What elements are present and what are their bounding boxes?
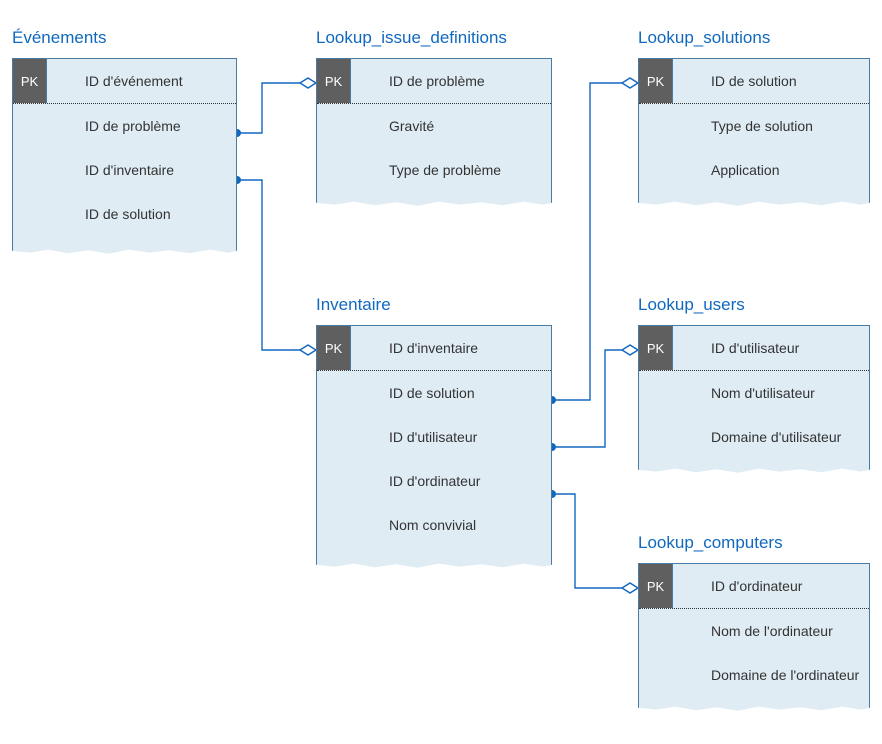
field: Application [673,148,869,192]
field: ID de solution [47,192,236,236]
pk-row: PK ID de solution [639,59,869,103]
pk-badge: PK [13,59,47,103]
entity-title-evenements: Événements [12,28,107,48]
pk-field: ID d'utilisateur [673,326,869,370]
pk-field: ID d'ordinateur [673,564,869,608]
entity-users: PK ID d'utilisateur Nom d'utilisateur Do… [638,325,870,477]
pk-field: ID d'événement [47,59,236,103]
field: Domaine de l'ordinateur [673,653,869,697]
entity-title-users: Lookup_users [638,295,745,315]
field: Nom d'utilisateur [673,371,869,415]
field: ID d'utilisateur [351,415,551,459]
pk-row: PK ID d'inventaire [317,326,551,370]
pk-badge: PK [317,326,351,370]
pk-badge: PK [639,59,673,103]
entity-title-issue-defs: Lookup_issue_definitions [316,28,507,48]
pk-badge: PK [639,564,673,608]
entity-title-solutions: Lookup_solutions [638,28,770,48]
field: ID de problème [47,104,236,148]
pk-badge: PK [639,326,673,370]
field: ID d'ordinateur [351,459,551,503]
entity-inventaire: PK ID d'inventaire ID de solution ID d'u… [316,325,552,572]
entity-title-inventaire: Inventaire [316,295,391,315]
field: Domaine d'utilisateur [673,415,869,459]
field: Gravité [351,104,551,148]
pk-field: ID d'inventaire [351,326,551,370]
pk-row: PK ID de problème [317,59,551,103]
field: ID de solution [351,371,551,415]
entity-evenements: PK ID d'événement ID de problème ID d'in… [12,58,237,258]
pk-row: PK ID d'utilisateur [639,326,869,370]
field: ID d'inventaire [47,148,236,192]
entity-title-computers: Lookup_computers [638,533,783,553]
field: Nom de l'ordinateur [673,609,869,653]
entity-computers: PK ID d'ordinateur Nom de l'ordinateur D… [638,563,870,715]
entity-solutions: PK ID de solution Type de solution Appli… [638,58,870,210]
field: Type de problème [351,148,551,192]
er-diagram: Événements PK ID d'événement ID de probl… [0,0,882,744]
field: Nom convivial [351,503,551,547]
pk-row: PK ID d'ordinateur [639,564,869,608]
pk-field: ID de solution [673,59,869,103]
pk-row: PK ID d'événement [13,59,236,103]
pk-field: ID de problème [351,59,551,103]
entity-issue-definitions: PK ID de problème Gravité Type de problè… [316,58,552,210]
pk-badge: PK [317,59,351,103]
field: Type de solution [673,104,869,148]
